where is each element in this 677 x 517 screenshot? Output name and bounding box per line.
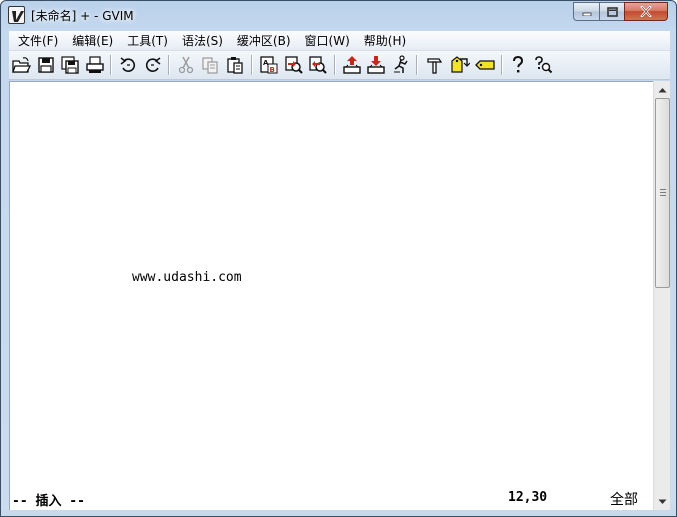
cursor-position: 12,30 bbox=[508, 490, 548, 505]
save-session-button[interactable] bbox=[365, 54, 387, 76]
window-frame-bottom bbox=[1, 510, 676, 516]
svg-text:B: B bbox=[270, 66, 275, 74]
text-editor-area[interactable]: www.udashi.com -- 插入 -- 12,30 全部 bbox=[9, 81, 653, 510]
make-icon bbox=[427, 58, 443, 74]
scrollbar-thumb[interactable] bbox=[655, 98, 670, 288]
load-session-icon bbox=[343, 56, 361, 74]
redo-icon bbox=[145, 57, 161, 72]
close-icon bbox=[640, 6, 652, 17]
print-icon bbox=[86, 56, 104, 73]
toolbar-separator bbox=[334, 55, 336, 75]
build-tags-icon bbox=[451, 56, 470, 73]
cut-icon bbox=[178, 56, 194, 74]
build-tags-button[interactable] bbox=[449, 54, 471, 76]
menu-buffers[interactable]: 缓冲区(B) bbox=[230, 31, 298, 51]
window-title: [未命名] + - GVIM bbox=[31, 9, 134, 23]
scroll-down-button[interactable] bbox=[654, 493, 671, 510]
scroll-up-button[interactable] bbox=[654, 81, 671, 98]
toolbar-separator bbox=[501, 55, 503, 75]
make-button[interactable] bbox=[424, 54, 446, 76]
menu-bar: 文件(F) 编辑(E) 工具(T) 语法(S) 缓冲区(B) 窗口(W) 帮助(… bbox=[9, 31, 670, 51]
toolbar-separator bbox=[251, 55, 253, 75]
scroll-down-arrow-icon bbox=[658, 499, 667, 504]
undo-button[interactable] bbox=[117, 54, 139, 76]
close-button[interactable] bbox=[624, 2, 668, 21]
toolbar-separator bbox=[110, 55, 112, 75]
maximize-button[interactable] bbox=[599, 2, 624, 21]
cut-button[interactable] bbox=[175, 54, 197, 76]
save-all-icon bbox=[61, 56, 79, 74]
scrollbar-grip-icon bbox=[660, 189, 666, 197]
run-script-icon bbox=[394, 55, 408, 73]
find-next-icon bbox=[285, 56, 303, 74]
scroll-position: 全部 bbox=[610, 492, 638, 508]
help-button[interactable] bbox=[507, 54, 529, 76]
title-bar[interactable]: [未命名] + - GVIM bbox=[1, 1, 676, 30]
print-button[interactable] bbox=[84, 54, 106, 76]
menu-tools[interactable]: 工具(T) bbox=[120, 31, 175, 51]
find-help-icon bbox=[535, 56, 553, 74]
status-mode: -- 插入 -- bbox=[12, 494, 85, 509]
help-icon bbox=[513, 55, 524, 73]
jump-to-tag-button[interactable] bbox=[474, 54, 496, 76]
menu-syntax[interactable]: 语法(S) bbox=[175, 31, 230, 51]
find-help-button[interactable] bbox=[532, 54, 554, 76]
open-button[interactable] bbox=[10, 54, 32, 76]
toolbar-separator bbox=[168, 55, 170, 75]
paste-button[interactable] bbox=[224, 54, 246, 76]
toolbar: A B bbox=[9, 51, 670, 80]
find-replace-button[interactable]: A B bbox=[258, 54, 280, 76]
vim-app-icon[interactable] bbox=[8, 6, 25, 24]
scroll-up-arrow-icon bbox=[658, 87, 667, 92]
undo-icon bbox=[120, 57, 136, 72]
menu-file[interactable]: 文件(F) bbox=[11, 31, 65, 51]
paste-icon bbox=[227, 57, 243, 74]
copy-button[interactable] bbox=[199, 54, 221, 76]
find-next-button[interactable] bbox=[283, 54, 305, 76]
redo-button[interactable] bbox=[142, 54, 164, 76]
open-icon bbox=[12, 57, 31, 73]
save-session-icon bbox=[367, 56, 385, 74]
save-button[interactable] bbox=[35, 54, 57, 76]
save-icon bbox=[38, 57, 54, 73]
jump-tag-icon bbox=[475, 60, 495, 70]
minimize-button[interactable] bbox=[573, 2, 599, 21]
menu-window[interactable]: 窗口(W) bbox=[298, 31, 357, 51]
replace-icon: A B bbox=[260, 56, 278, 74]
minimize-icon bbox=[582, 12, 591, 16]
menu-edit[interactable]: 编辑(E) bbox=[65, 31, 120, 51]
vertical-scrollbar[interactable] bbox=[653, 81, 670, 510]
run-script-button[interactable] bbox=[390, 54, 412, 76]
toolbar-separator bbox=[416, 55, 418, 75]
find-previous-button[interactable] bbox=[307, 54, 329, 76]
gvim-window: [未命名] + - GVIM 文件(F) 编辑(E) 工具(T) 语法(S) 缓… bbox=[0, 0, 677, 517]
find-prev-icon bbox=[309, 56, 327, 74]
menu-help[interactable]: 帮助(H) bbox=[357, 31, 413, 51]
caption-buttons bbox=[573, 2, 668, 21]
save-all-button[interactable] bbox=[59, 54, 81, 76]
load-session-button[interactable] bbox=[341, 54, 363, 76]
copy-icon bbox=[202, 57, 218, 74]
buffer-text-line[interactable]: www.udashi.com bbox=[132, 270, 242, 285]
maximize-icon bbox=[606, 6, 618, 17]
